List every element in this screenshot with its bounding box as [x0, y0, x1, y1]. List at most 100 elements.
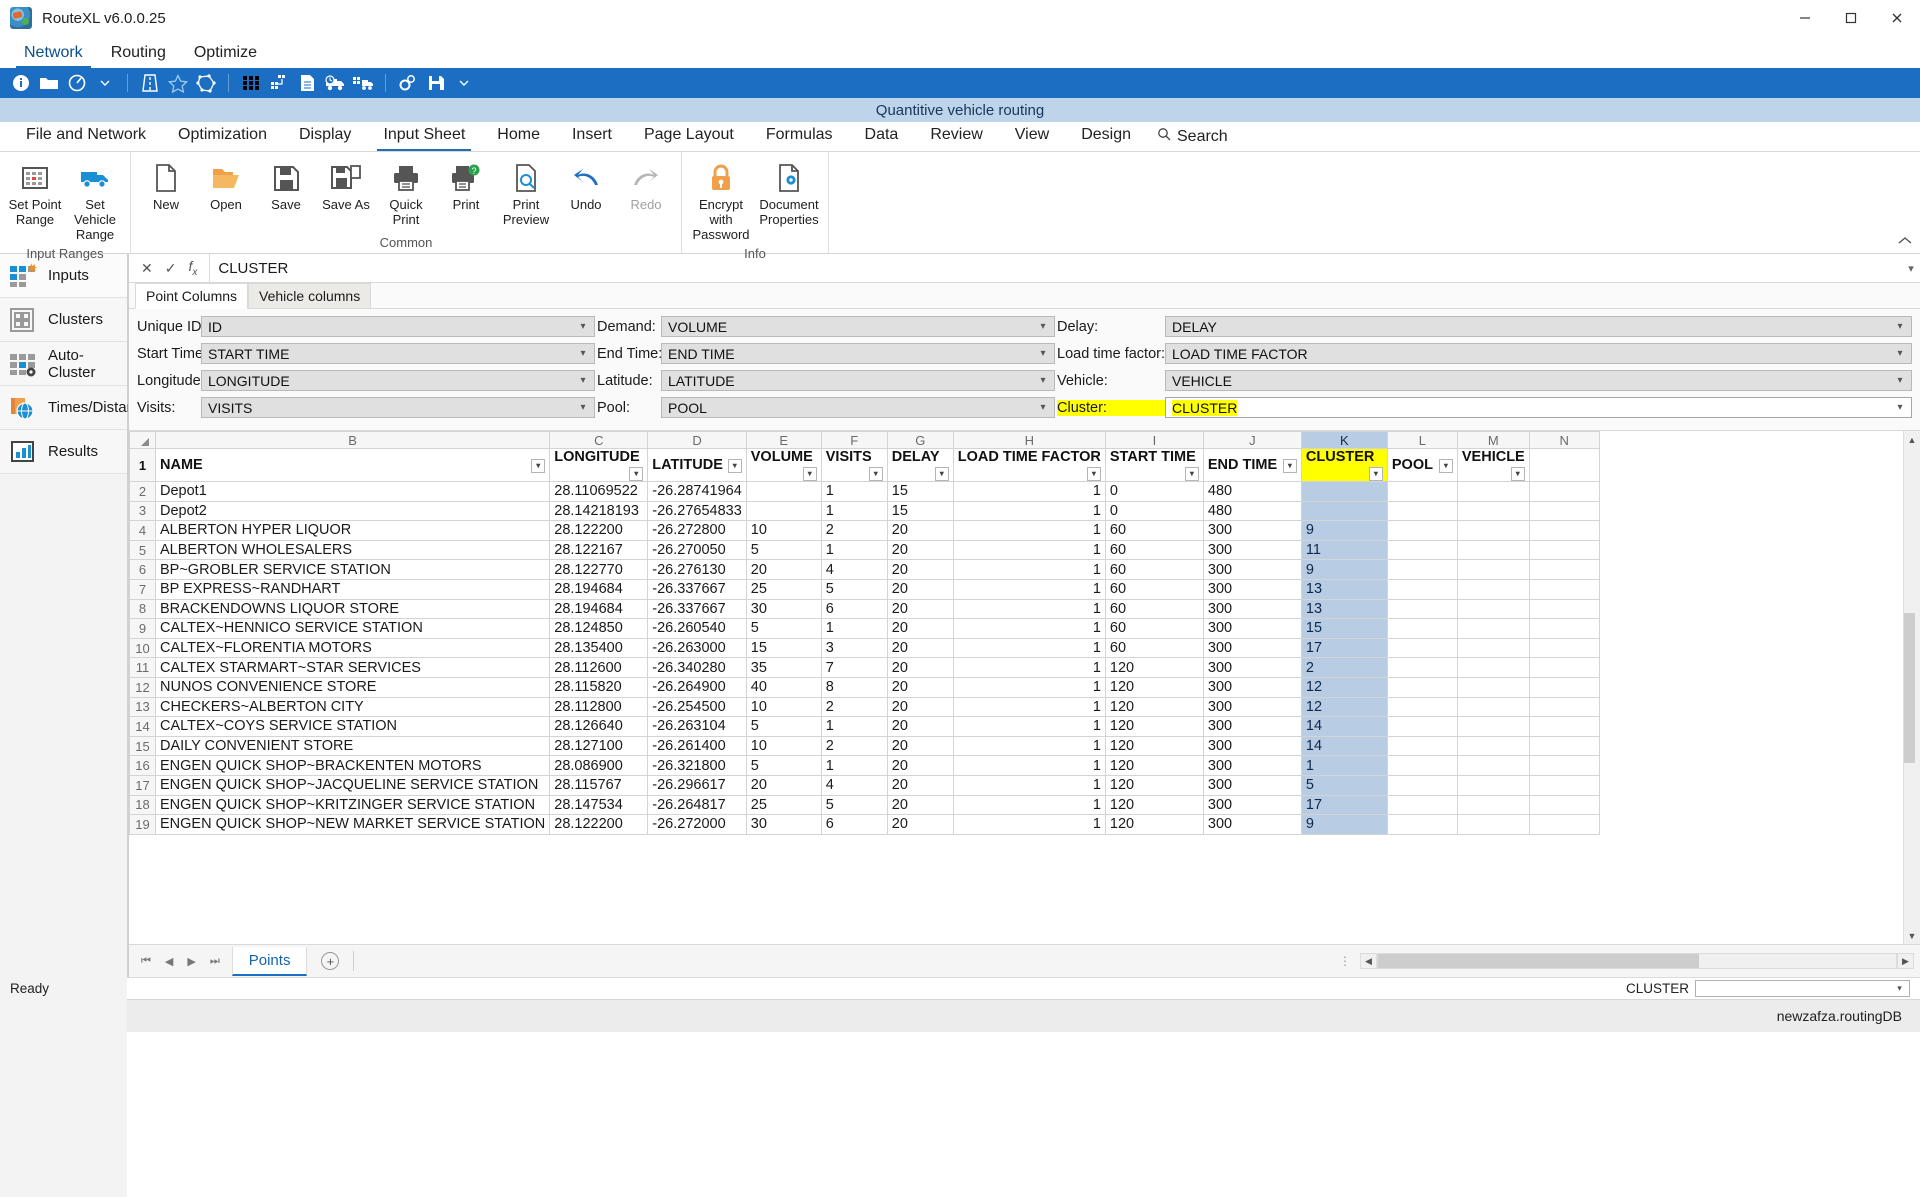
table-cell[interactable]: 28.086900 [550, 756, 648, 776]
table-cell[interactable] [1387, 579, 1457, 599]
folder-open-icon[interactable] [36, 71, 62, 95]
spreadsheet-table[interactable]: BCDEFGHIJKLMN1NAME▾LONGITUDE▾LATITUDE▾VO… [129, 431, 1600, 835]
table-cell[interactable] [1387, 521, 1457, 541]
table-cell[interactable]: 300 [1203, 658, 1301, 678]
collapse-ribbon-icon[interactable] [1898, 235, 1912, 249]
table-cell[interactable]: 12 [1301, 697, 1387, 717]
select-vehicle[interactable]: VEHICLE ▾ [1165, 370, 1912, 391]
sheet-tab-points[interactable]: Points [232, 947, 308, 976]
table-cell[interactable]: 28.127100 [550, 736, 648, 756]
tab-home[interactable]: Home [481, 123, 556, 150]
column-title-cell[interactable]: START TIME▾ [1105, 449, 1203, 482]
table-cell[interactable]: CHECKERS~ALBERTON CITY [156, 697, 550, 717]
table-cell[interactable]: 20 [887, 756, 953, 776]
save-disk-icon[interactable] [423, 71, 449, 95]
row-header[interactable]: 6 [130, 560, 156, 580]
table-cell[interactable]: -26.272800 [648, 521, 747, 541]
table-row[interactable]: 12NUNOS CONVENIENCE STORE28.115820-26.26… [130, 677, 1600, 697]
scroll-left-icon[interactable]: ◀ [1360, 953, 1377, 969]
table-cell[interactable]: -26.261400 [648, 736, 747, 756]
select-cluster[interactable]: CLUSTER ▾ [1165, 397, 1912, 418]
table-cell[interactable] [1529, 482, 1599, 502]
table-cell[interactable]: 28.122200 [550, 815, 648, 835]
table-cell[interactable] [1457, 756, 1529, 776]
table-cell[interactable]: 60 [1105, 521, 1203, 541]
table-cell[interactable]: 28.135400 [550, 638, 648, 658]
table-cell[interactable]: 20 [887, 717, 953, 737]
table-cell[interactable]: 1 [953, 658, 1105, 678]
table-cell[interactable]: 300 [1203, 736, 1301, 756]
column-header-K[interactable]: K [1301, 432, 1387, 449]
table-cell[interactable] [1529, 677, 1599, 697]
table-row[interactable]: 11CALTEX STARMART~STAR SERVICES28.112600… [130, 658, 1600, 678]
table-cell[interactable]: CALTEX~COYS SERVICE STATION [156, 717, 550, 737]
document-properties-button[interactable]: Document Properties [756, 158, 822, 231]
table-cell[interactable]: 1 [953, 736, 1105, 756]
table-cell[interactable] [1457, 579, 1529, 599]
table-row[interactable]: 6BP~GROBLER SERVICE STATION28.122770-26.… [130, 560, 1600, 580]
table-row[interactable]: 17ENGEN QUICK SHOP~JACQUELINE SERVICE ST… [130, 775, 1600, 795]
confirm-check-icon[interactable]: ✓ [165, 260, 177, 277]
select-end-time[interactable]: END TIME ▾ [661, 343, 1055, 364]
table-cell[interactable]: -26.337667 [648, 599, 747, 619]
table-cell[interactable] [1387, 756, 1457, 776]
table-row[interactable]: 14CALTEX~COYS SERVICE STATION28.126640-2… [130, 717, 1600, 737]
table-cell[interactable]: 15 [1301, 619, 1387, 639]
table-cell[interactable] [1457, 658, 1529, 678]
new-button[interactable]: New [137, 158, 195, 216]
table-cell[interactable] [1529, 815, 1599, 835]
cancel-x-icon[interactable]: ✕ [141, 260, 153, 277]
add-sheet-icon[interactable]: + [321, 952, 339, 970]
select-longitude[interactable]: LONGITUDE ▾ [201, 370, 595, 391]
table-cell[interactable]: 4 [821, 775, 887, 795]
table-cell[interactable]: 1 [953, 560, 1105, 580]
table-cell[interactable] [1529, 717, 1599, 737]
set-point-range-button[interactable]: Set Point Range [6, 158, 64, 231]
table-cell[interactable] [1387, 795, 1457, 815]
set-vehicle-range-button[interactable]: Set Vehicle Range [66, 158, 124, 246]
table-cell[interactable]: 480 [1203, 482, 1301, 502]
table-cell[interactable]: 28.115820 [550, 677, 648, 697]
table-cell[interactable]: 35 [746, 658, 821, 678]
table-cell[interactable]: 7 [821, 658, 887, 678]
compass-icon[interactable] [64, 71, 90, 95]
table-cell[interactable]: 20 [887, 521, 953, 541]
table-cell[interactable]: 28.126640 [550, 717, 648, 737]
vertical-scrollbar[interactable]: ▲ ▼ [1903, 431, 1920, 944]
table-cell[interactable]: 1 [953, 756, 1105, 776]
table-cell[interactable]: 5 [746, 619, 821, 639]
table-cell[interactable]: 20 [887, 815, 953, 835]
table-cell[interactable]: 25 [746, 579, 821, 599]
table-cell[interactable]: -26.276130 [648, 560, 747, 580]
scroll-right-icon[interactable]: ▶ [1897, 953, 1914, 969]
filter-dropdown-icon[interactable]: ▾ [728, 459, 742, 473]
table-cell[interactable]: CALTEX~FLORENTIA MOTORS [156, 638, 550, 658]
table-cell[interactable]: 1 [953, 482, 1105, 502]
tab-insert[interactable]: Insert [556, 123, 628, 150]
table-cell[interactable]: 300 [1203, 638, 1301, 658]
table-cell[interactable]: 1 [953, 775, 1105, 795]
table-cell[interactable]: 60 [1105, 638, 1203, 658]
table-cell[interactable]: 20 [887, 599, 953, 619]
table-cell[interactable]: 13 [1301, 599, 1387, 619]
table-cell[interactable] [1529, 795, 1599, 815]
column-title-cell[interactable]: LOAD TIME FACTOR▾ [953, 449, 1105, 482]
table-cell[interactable]: 120 [1105, 717, 1203, 737]
table-cell[interactable] [1387, 560, 1457, 580]
table-cell[interactable]: 40 [746, 677, 821, 697]
table-cell[interactable]: 9 [1301, 521, 1387, 541]
scroll-up-icon[interactable]: ▲ [1904, 431, 1920, 448]
horizontal-scroll-thumb[interactable] [1378, 954, 1699, 968]
column-title-cell[interactable] [1529, 449, 1599, 482]
column-header-M[interactable]: M [1457, 432, 1529, 449]
table-cell[interactable]: 28.14218193 [550, 501, 648, 521]
select-unique-id[interactable]: ID ▾ [201, 316, 595, 337]
column-header-D[interactable]: D [648, 432, 747, 449]
table-cell[interactable]: -26.272000 [648, 815, 747, 835]
table-cell[interactable]: 300 [1203, 815, 1301, 835]
table-cell[interactable]: ALBERTON HYPER LIQUOR [156, 521, 550, 541]
table-cell[interactable]: -26.340280 [648, 658, 747, 678]
tab-formulas[interactable]: Formulas [750, 123, 849, 150]
row-header[interactable]: 18 [130, 795, 156, 815]
table-cell[interactable]: CALTEX STARMART~STAR SERVICES [156, 658, 550, 678]
